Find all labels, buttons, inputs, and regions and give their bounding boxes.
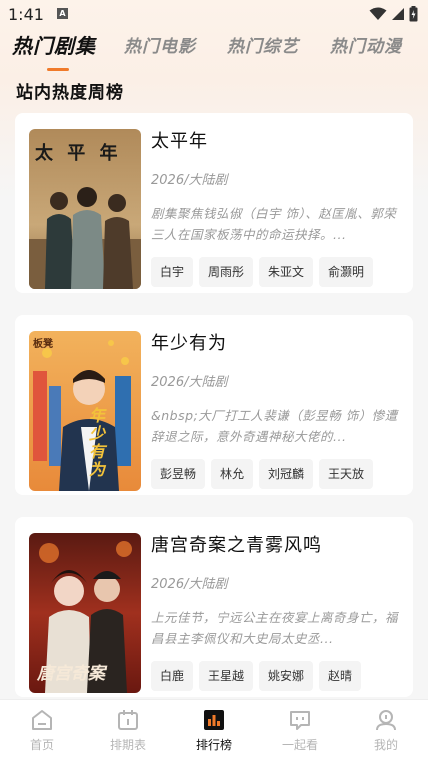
nav-label: 首页 — [29, 738, 54, 752]
profile-icon — [376, 710, 396, 731]
poster-image[interactable]: 唐宫奇案 — [29, 533, 141, 693]
bottom-navigation: 首页 排期表 排行榜 一起看 我的 — [0, 699, 428, 763]
drama-description: 剧集聚焦钱弘俶（白宇 饰）、赵匡胤、郭荣三人在国家板荡中的命运抉择。... — [151, 206, 397, 242]
tab-hot-anime[interactable]: 热门动漫 — [330, 32, 402, 57]
tab-hot-variety[interactable]: 热门综艺 — [227, 32, 299, 57]
cast-tag[interactable]: 白宇 — [151, 257, 194, 287]
home-icon — [32, 710, 52, 730]
drama-card[interactable]: 太 平 年 太平年 2026/大陆剧 剧集聚焦钱弘俶（白宇 饰）、赵匡胤、郭荣三… — [15, 113, 413, 293]
cast-tag[interactable]: 林允 — [211, 459, 254, 489]
cast-tag[interactable]: 姚安娜 — [259, 661, 314, 691]
nav-label: 排行榜 — [195, 738, 232, 752]
poster-title-text: 唐宫奇案 — [37, 664, 105, 684]
cast-tag[interactable]: 彭昱畅 — [151, 459, 206, 489]
cast-tag[interactable]: 白鹿 — [151, 661, 194, 691]
drama-title[interactable]: 年少有为 — [151, 329, 227, 355]
cast-tag[interactable]: 王星越 — [199, 661, 254, 691]
cast-tags: 彭昱畅 林允 刘冠麟 王天放 — [151, 459, 413, 491]
cast-tag[interactable]: 朱亚文 — [259, 257, 314, 287]
drama-card[interactable]: 唐宫奇案 唐宫奇案之青雾风鸣 2026/大陆剧 上元佳节，宁远公主在夜宴上离奇身… — [15, 517, 413, 697]
nav-schedule[interactable]: 排期表 — [93, 708, 163, 753]
nav-ranking[interactable]: 排行榜 — [179, 708, 249, 753]
nav-label: 一起看 — [281, 738, 318, 752]
cast-tag[interactable]: 俞灏明 — [319, 257, 374, 287]
nav-label: 我的 — [373, 738, 398, 752]
status-bar: 1:41 A — [0, 0, 428, 30]
status-time: 1:41 — [8, 5, 44, 24]
nav-label: 排期表 — [109, 738, 146, 752]
cast-tag[interactable]: 赵晴 — [319, 661, 362, 691]
chat-icon — [290, 711, 310, 730]
cast-tags: 白鹿 王星越 姚安娜 赵晴 — [151, 661, 413, 693]
nav-home[interactable]: 首页 — [7, 708, 77, 753]
cast-tag[interactable]: 刘冠麟 — [259, 459, 314, 489]
cast-tag[interactable]: 王天放 — [319, 459, 374, 489]
drama-title[interactable]: 太平年 — [151, 127, 208, 153]
signal-icon — [392, 8, 404, 20]
drama-title[interactable]: 唐宫奇案之青雾风鸣 — [151, 531, 322, 557]
notification-icon: A — [57, 8, 68, 19]
drama-description: 上元佳节，宁远公主在夜宴上离奇身亡，福昌县主李佩仪和大史局太史丞... — [151, 610, 399, 646]
tab-hot-movies[interactable]: 热门电影 — [124, 32, 196, 57]
tab-hot-series[interactable]: 热门剧集 — [12, 30, 96, 59]
active-tab-indicator — [47, 68, 69, 71]
drama-meta: 2026/大陆剧 — [151, 375, 228, 390]
cast-tag[interactable]: 周雨彤 — [199, 257, 254, 287]
drama-description: &nbsp;大厂打工人裴谦（彭昱畅 饰）惨遭辞退之际，意外奇遇神秘大佬的... — [151, 408, 398, 444]
ranking-icon — [204, 710, 224, 730]
poster-badge: 板凳 — [33, 339, 53, 350]
section-title: 站内热度周榜 — [16, 83, 124, 103]
cast-tags: 白宇 周雨彤 朱亚文 俞灏明 — [151, 257, 413, 289]
battery-icon — [409, 6, 418, 22]
category-tabs: 热门剧集 热门电影 热门综艺 热门动漫 — [0, 32, 428, 72]
drama-meta: 2026/大陆剧 — [151, 577, 228, 592]
system-icons — [369, 6, 418, 22]
drama-meta: 2026/大陆剧 — [151, 173, 228, 188]
poster-title-text: 年少有为 — [89, 406, 106, 479]
poster-image[interactable]: 太 平 年 — [29, 129, 141, 289]
poster-title-text: 太 平 年 — [35, 143, 122, 164]
nav-watch-together[interactable]: 一起看 — [265, 708, 335, 753]
nav-profile[interactable]: 我的 — [351, 708, 421, 753]
wifi-icon — [369, 7, 387, 20]
poster-image[interactable]: 板凳 年少有为 — [29, 331, 141, 491]
drama-card[interactable]: 板凳 年少有为 年少有为 2026/大陆剧 &nbsp;大厂打工人裴谦（彭昱畅 … — [15, 315, 413, 495]
calendar-icon — [118, 710, 138, 730]
